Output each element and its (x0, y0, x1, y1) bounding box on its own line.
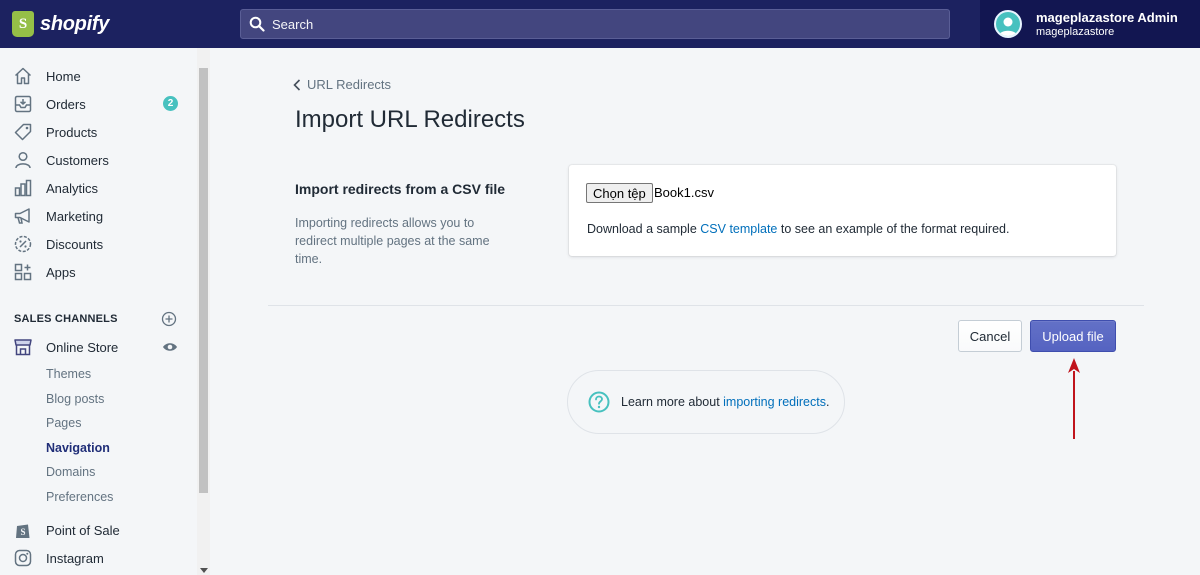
avatar (994, 10, 1022, 38)
sidebar-subitem-blog-posts[interactable]: Blog posts (46, 392, 104, 406)
shopify-bag-icon (12, 11, 34, 37)
sidebar-item-point-of-sale[interactable]: S Point of Sale (0, 516, 196, 544)
sidebar-item-label: Marketing (46, 208, 104, 224)
help-text-prefix: Learn more about (621, 395, 724, 409)
orders-count-badge: 2 (163, 96, 178, 111)
user-store: mageplazastore (1036, 26, 1115, 38)
sidebar-item-label: Orders (46, 96, 86, 112)
selected-file-name: Book1.csv (654, 185, 714, 200)
user-avatar-icon (999, 17, 1017, 36)
sidebar-item-online-store[interactable]: Online Store (0, 333, 196, 361)
csv-template-link[interactable]: CSV template (700, 222, 777, 236)
top-bar: shopify mageplazastore Admin mageplazast… (0, 0, 1200, 48)
section-description: Importing redirects allows you to redire… (295, 216, 490, 266)
sidebar-item-label: Instagram (46, 550, 104, 566)
megaphone-icon (13, 206, 33, 226)
breadcrumb-link[interactable]: URL Redirects (307, 77, 391, 92)
download-text-prefix: Download a sample (587, 222, 701, 236)
divider (268, 305, 1144, 306)
sidebar-item-label: Apps (46, 264, 76, 280)
sidebar-subitem-themes[interactable]: Themes (46, 367, 91, 381)
page-title: Import URL Redirects (295, 106, 525, 133)
person-icon (13, 150, 33, 170)
search-input[interactable] (272, 16, 872, 32)
search-bar[interactable] (240, 9, 950, 39)
sidebar-item-instagram[interactable]: Instagram (0, 544, 196, 572)
home-icon (13, 66, 33, 86)
choose-file-button[interactable]: Chọn tệp (586, 183, 653, 203)
sidebar-item-label: Customers (46, 152, 109, 168)
apps-icon (13, 262, 33, 282)
search-icon (249, 16, 265, 32)
question-circle-icon (588, 391, 610, 413)
sidebar: Home Orders 2 Products Customers Analyti… (0, 48, 210, 575)
sidebar-item-discounts[interactable]: Discounts (0, 230, 196, 258)
sidebar-item-orders[interactable]: Orders 2 (0, 90, 196, 118)
import-card: Chọn tệp Book1.csv Download a sample CSV… (569, 165, 1116, 256)
importing-redirects-link[interactable]: importing redirects (723, 395, 826, 409)
discount-icon (13, 234, 33, 254)
sidebar-subitem-pages[interactable]: Pages (46, 416, 81, 430)
shopify-logo[interactable]: shopify (12, 9, 212, 39)
sidebar-item-label: Analytics (46, 180, 99, 196)
download-text-suffix: to see an example of the format required… (777, 222, 1010, 236)
logo-text: shopify (40, 12, 110, 35)
breadcrumb[interactable]: URL Redirects (293, 77, 391, 92)
user-name: mageplazastore Admin (1036, 10, 1178, 25)
section-heading: Import redirects from a CSV file (295, 181, 506, 197)
user-menu[interactable]: mageplazastore Admin mageplazastore (980, 0, 1200, 48)
sidebar-item-label: Home (46, 68, 81, 84)
scroll-down-arrow-icon[interactable] (200, 568, 208, 573)
help-text-suffix: . (825, 395, 830, 409)
sidebar-item-marketing[interactable]: Marketing (0, 202, 196, 230)
bar-chart-icon (13, 178, 33, 198)
annotation-arrow-icon (1068, 358, 1080, 439)
sidebar-item-products[interactable]: Products (0, 118, 196, 146)
sidebar-item-home[interactable]: Home (0, 62, 196, 90)
eye-icon[interactable] (162, 340, 178, 354)
upload-file-button[interactable]: Upload file (1030, 320, 1116, 352)
sidebar-item-label: Online Store (46, 339, 119, 355)
sidebar-item-analytics[interactable]: Analytics (0, 174, 196, 202)
sidebar-item-customers[interactable]: Customers (0, 146, 196, 174)
svg-text:S: S (20, 527, 25, 537)
cancel-button[interactable]: Cancel (958, 320, 1022, 352)
download-sample-text: Download a sample CSV template to see an… (587, 222, 1009, 236)
add-channel-icon[interactable] (161, 311, 177, 327)
sidebar-subitem-navigation[interactable]: Navigation (46, 441, 110, 455)
orders-icon (13, 94, 33, 114)
sidebar-item-label: Products (46, 124, 98, 140)
instagram-icon (13, 548, 33, 568)
sidebar-item-apps[interactable]: Apps (0, 258, 196, 286)
tag-icon (13, 122, 33, 142)
sidebar-subitem-preferences[interactable]: Preferences (46, 490, 113, 504)
chevron-left-icon (293, 78, 301, 91)
sidebar-subitem-domains[interactable]: Domains (46, 465, 95, 479)
sales-channels-title: SALES CHANNELS (14, 313, 118, 325)
store-icon (13, 337, 33, 357)
help-callout: Learn more about importing redirects. (567, 370, 845, 434)
sidebar-item-label: Discounts (46, 236, 104, 252)
help-text: Learn more about importing redirects. (621, 395, 829, 409)
shopify-bag-icon: S (13, 520, 33, 540)
sidebar-scrollbar[interactable] (197, 48, 210, 575)
scrollbar-thumb[interactable] (199, 68, 208, 493)
sidebar-item-label: Point of Sale (46, 522, 120, 538)
